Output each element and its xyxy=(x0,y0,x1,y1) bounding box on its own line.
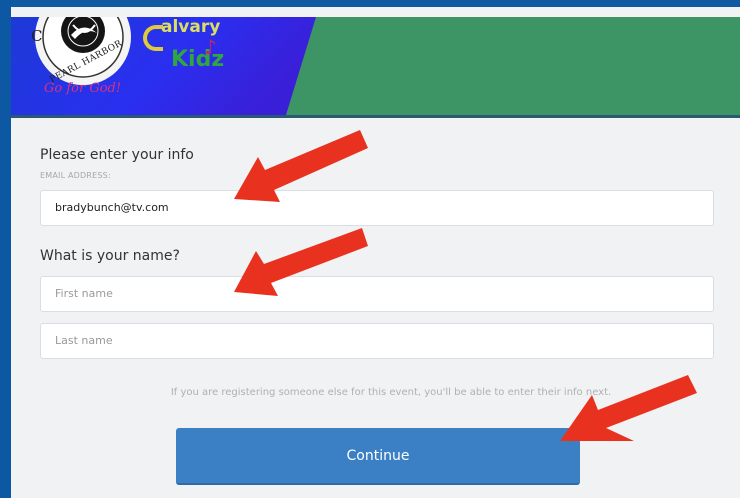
annotation-overlay xyxy=(234,130,697,441)
arrow-to-name-icon xyxy=(234,228,368,296)
arrow-to-continue-icon xyxy=(560,375,697,441)
arrow-to-email-icon xyxy=(234,130,368,202)
